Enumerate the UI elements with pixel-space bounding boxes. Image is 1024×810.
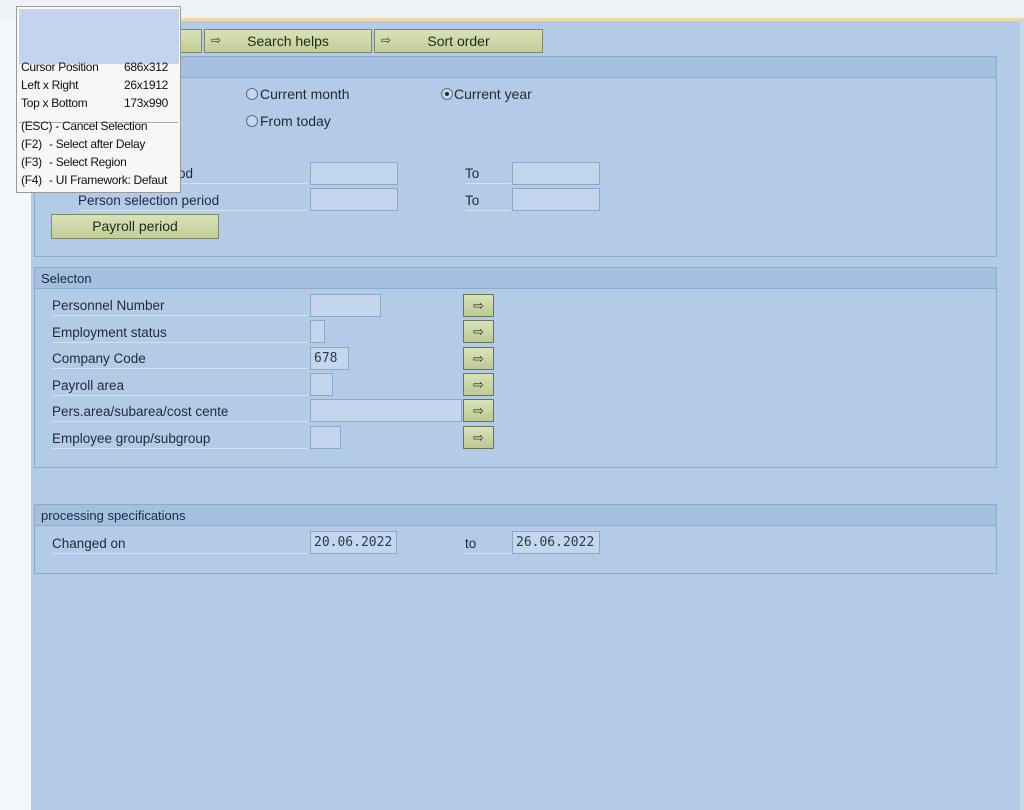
- cursor-position-label: Cursor Position: [21, 60, 99, 74]
- cursor-position-row: Cursor Position 686x312: [21, 59, 168, 76]
- personnel-number-multiple-selection-button[interactable]: ⇨: [463, 294, 494, 317]
- search-helps-icon: ⇨: [210, 33, 222, 47]
- arrow-right-icon: ⇨: [473, 324, 484, 339]
- payroll-period-button[interactable]: Payroll period: [51, 214, 219, 239]
- sort-order-button[interactable]: ⇨ Sort order: [374, 29, 543, 53]
- radio-current-month-label: Current month: [260, 86, 350, 102]
- arrow-right-icon: ⇨: [473, 298, 484, 313]
- f4-shortcut-row: (F4) - UI Framework: Defaut: [21, 172, 167, 189]
- data-selection-period-from[interactable]: [310, 162, 398, 185]
- esc-key: (ESC): [21, 119, 53, 133]
- person-selection-period-to[interactable]: [512, 188, 600, 211]
- company-code-multiple-selection-button[interactable]: ⇨: [463, 347, 494, 370]
- pers-area-multiple-selection-button[interactable]: ⇨: [463, 399, 494, 422]
- data-selection-period-to[interactable]: [512, 162, 600, 185]
- radio-from-today[interactable]: [246, 115, 258, 127]
- arrow-right-icon: ⇨: [473, 403, 484, 418]
- right-window-edge: [1020, 20, 1024, 810]
- employment-status-field[interactable]: [310, 320, 325, 343]
- magnifier-preview: [19, 9, 179, 64]
- esc-shortcut-row: (ESC) - Cancel Selection: [21, 118, 148, 135]
- person-selection-to-label: To: [465, 191, 511, 211]
- employee-group-multiple-selection-button[interactable]: ⇨: [463, 426, 494, 449]
- payroll-area-label: Payroll area: [52, 376, 308, 396]
- changed-on-to-label: to: [465, 534, 511, 554]
- selection-group-title: Selecton: [35, 268, 996, 289]
- left-right-row: Left x Right 26x1912: [21, 77, 168, 94]
- payroll-area-multiple-selection-button[interactable]: ⇨: [463, 373, 494, 396]
- radio-current-month[interactable]: [246, 88, 258, 100]
- top-bottom-value: 173x990: [124, 96, 168, 110]
- top-bottom-label: Top x Bottom: [21, 96, 88, 110]
- arrow-right-icon: ⇨: [473, 351, 484, 366]
- radio-from-today-label: From today: [260, 113, 331, 129]
- top-bottom-row: Top x Bottom 173x990: [21, 95, 168, 112]
- f2-shortcut-row: (F2) - Select after Delay: [21, 136, 145, 153]
- arrow-right-icon: ⇨: [473, 377, 484, 392]
- f3-key: (F3): [21, 155, 42, 169]
- capture-tool-popup: Cursor Position 686x312 Left x Right 26x…: [16, 6, 181, 193]
- f2-text: - Select after Delay: [49, 137, 146, 151]
- changed-on-from-field[interactable]: 20.06.2022: [310, 531, 397, 554]
- personnel-number-label: Personnel Number: [52, 296, 308, 316]
- pers-area-field[interactable]: [310, 399, 462, 422]
- esc-text: - Cancel Selection: [55, 119, 148, 133]
- radio-current-year[interactable]: [441, 88, 453, 100]
- person-selection-period-label: Person selection period: [78, 191, 308, 211]
- pers-area-label: Pers.area/subarea/cost cente: [52, 402, 308, 422]
- f2-key: (F2): [21, 137, 42, 151]
- changed-on-to-field[interactable]: 26.06.2022: [512, 531, 600, 554]
- f4-key: (F4): [21, 173, 42, 187]
- search-helps-button[interactable]: ⇨ Search helps: [204, 29, 372, 53]
- person-selection-period-from[interactable]: [310, 188, 398, 211]
- employment-status-multiple-selection-button[interactable]: ⇨: [463, 320, 494, 343]
- company-code-field[interactable]: 678: [310, 347, 349, 370]
- f3-text: - Select Region: [49, 155, 127, 169]
- radio-current-year-label: Current year: [454, 86, 532, 102]
- personnel-number-field[interactable]: [310, 294, 381, 317]
- f4-text: - UI Framework: Defaut: [49, 173, 168, 187]
- left-right-value: 26x1912: [124, 78, 168, 92]
- f3-shortcut-row: (F3) - Select Region: [21, 154, 127, 171]
- employee-group-label: Employee group/subgroup: [52, 429, 308, 449]
- changed-on-label: Changed on: [52, 534, 308, 554]
- payroll-area-field[interactable]: [310, 373, 333, 396]
- cursor-position-value: 686x312: [124, 60, 168, 74]
- data-selection-to-label: To: [465, 164, 511, 184]
- arrow-right-icon: ⇨: [473, 430, 484, 445]
- company-code-label: Company Code: [52, 349, 308, 369]
- sort-order-label: Sort order: [427, 33, 490, 49]
- sort-order-icon: ⇨: [380, 33, 392, 47]
- employment-status-label: Employment status: [52, 323, 308, 343]
- search-helps-label: Search helps: [247, 33, 329, 49]
- processing-specifications-title: processing specifications: [35, 505, 996, 526]
- left-right-label: Left x Right: [21, 78, 79, 92]
- employee-group-field[interactable]: [310, 426, 341, 449]
